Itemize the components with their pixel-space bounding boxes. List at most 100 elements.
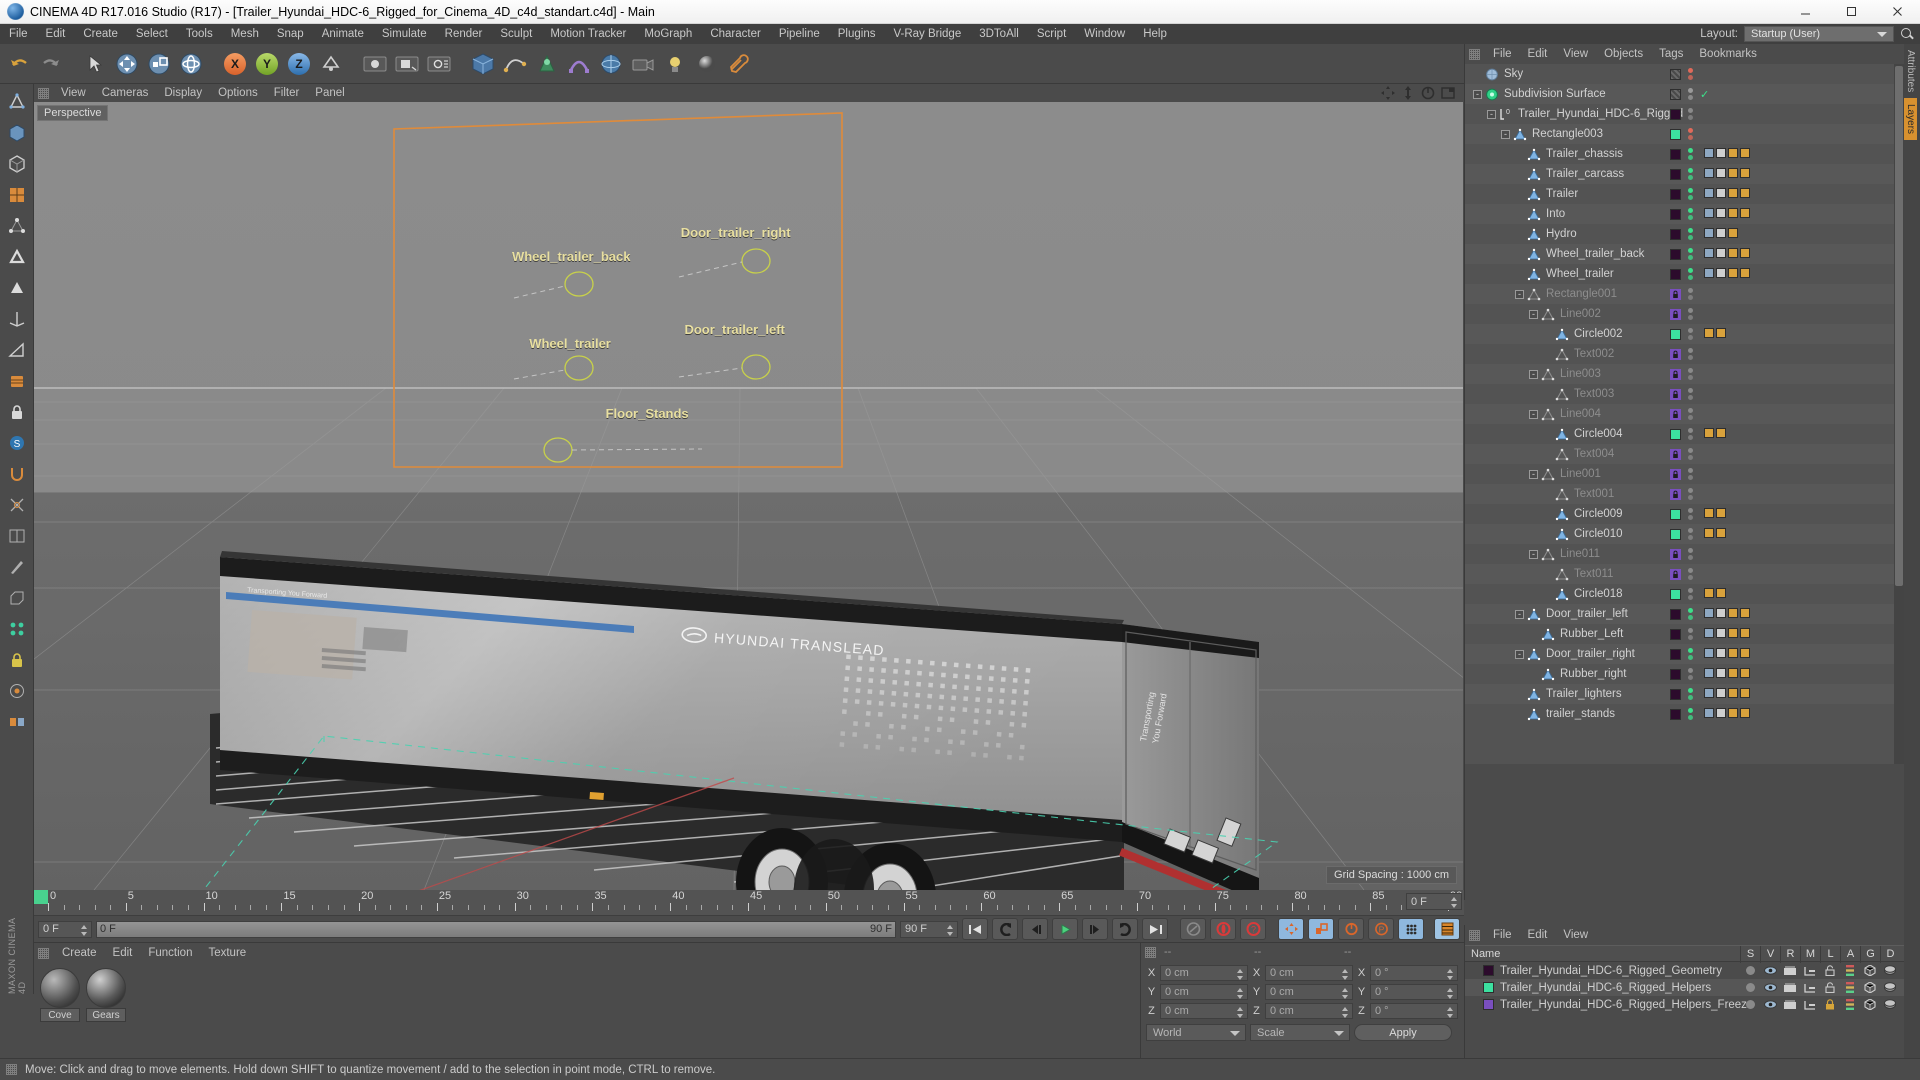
apply-button[interactable]: Apply [1354, 1024, 1452, 1041]
maximize-viewport-icon[interactable] [1441, 86, 1455, 100]
object-name-label[interactable]: Door_trailer_right [1546, 648, 1635, 660]
spline-pen-button[interactable] [500, 49, 530, 79]
visibility-dot-editor[interactable] [1688, 668, 1693, 673]
layer-color-swatch[interactable] [1670, 188, 1681, 200]
panel-grip-icon[interactable] [1145, 946, 1156, 958]
layer-visible-toggle[interactable] [1760, 996, 1780, 1013]
object-tag-icon[interactable] [1716, 187, 1726, 198]
point-mode-button[interactable] [3, 212, 31, 240]
object-name-label[interactable]: Into [1546, 208, 1565, 220]
visibility-dot-render[interactable] [1688, 595, 1693, 600]
key-parameter-button[interactable]: P [1368, 918, 1394, 940]
tree-expander-icon[interactable]: - [1515, 649, 1524, 659]
layer-render-toggle[interactable] [1780, 996, 1800, 1013]
current-frame-field[interactable]: 0 F [38, 920, 92, 938]
object-row[interactable]: - Subdivision Surface ✓ [1465, 84, 1905, 104]
object-name-label[interactable]: Line003 [1560, 368, 1601, 380]
object-tag-icon[interactable] [1740, 167, 1750, 178]
layer-color-swatch[interactable] [1670, 608, 1681, 620]
object-tag-icon[interactable] [1716, 327, 1726, 338]
edge-mode-button[interactable] [3, 243, 31, 271]
rotate-viewport-icon[interactable] [1421, 86, 1435, 100]
object-tree[interactable]: Sky - Subdivision Surface ✓ -0 Trailer_Hyunda… [1465, 64, 1905, 764]
viewport-menu-display[interactable]: Display [156, 87, 210, 99]
timeline-range-end-field[interactable]: 0 F [1406, 893, 1462, 910]
object-name-label[interactable]: Text004 [1574, 448, 1614, 460]
layer-row[interactable]: Trailer_Hyundai_HDC-6_Rigged_Helpers [1465, 979, 1904, 996]
layer-column-v[interactable]: V [1760, 946, 1780, 963]
close-button[interactable] [1874, 0, 1920, 24]
model-mode-button[interactable] [3, 119, 31, 147]
visibility-dot-editor[interactable] [1688, 548, 1693, 553]
object-name-label[interactable]: Line002 [1560, 308, 1601, 320]
render-region-button[interactable] [392, 49, 422, 79]
layer-column-m[interactable]: M [1800, 946, 1820, 963]
layer-color-swatch[interactable] [1670, 248, 1681, 260]
visibility-dot-render[interactable] [1688, 655, 1693, 660]
viewport-3d-canvas[interactable]: Perspective Grid Spacing : 1000 cm Trans… [34, 102, 1463, 890]
object-row[interactable]: Text011 [1465, 564, 1905, 584]
menu-item-v-ray-bridge[interactable]: V-Ray Bridge [884, 24, 970, 44]
object-name-label[interactable]: Circle002 [1574, 328, 1623, 340]
visibility-dot-editor[interactable] [1688, 328, 1693, 333]
mograph-button[interactable] [3, 615, 31, 643]
visibility-dot-render[interactable] [1688, 575, 1693, 580]
tree-expander-icon[interactable]: - [1487, 109, 1496, 119]
undo-button[interactable] [4, 49, 34, 79]
lock-selection-button[interactable] [3, 646, 31, 674]
layer-render-toggle[interactable] [1780, 962, 1800, 979]
object-row[interactable]: Rubber_Left [1465, 624, 1905, 644]
object-tag-icon[interactable] [1704, 427, 1714, 438]
search-icon[interactable] [1900, 27, 1914, 41]
sculpt-mode-button[interactable]: S [3, 429, 31, 457]
visibility-dot-editor[interactable] [1688, 508, 1693, 513]
object-row[interactable]: Text004 [1465, 444, 1905, 464]
tree-expander-icon[interactable]: - [1515, 609, 1524, 619]
layer-column-s[interactable]: S [1740, 946, 1760, 963]
layer-color-swatch[interactable] [1670, 528, 1681, 540]
record-button[interactable] [1210, 918, 1236, 940]
render-settings-button[interactable] [424, 49, 454, 79]
visibility-dot-editor[interactable] [1688, 608, 1693, 613]
material-manager-menu-texture[interactable]: Texture [200, 947, 254, 959]
visibility-dot-render[interactable] [1688, 635, 1693, 640]
menu-item-pipeline[interactable]: Pipeline [770, 24, 829, 44]
material-name-label[interactable]: Gears [86, 1008, 126, 1022]
material-preview-sphere[interactable] [86, 968, 126, 1008]
keyframe-help-button[interactable]: ? [1240, 918, 1266, 940]
coordinate-position-x-input[interactable]: 0 cm [1160, 964, 1248, 981]
object-manager-menu-objects[interactable]: Objects [1596, 48, 1651, 60]
texture-mode-button[interactable] [3, 181, 31, 209]
visibility-dot-editor[interactable] [1688, 388, 1693, 393]
knife-button[interactable] [3, 553, 31, 581]
layer-column-a[interactable]: A [1840, 946, 1860, 963]
spinner-icon[interactable] [1342, 968, 1349, 980]
layer-color-swatch[interactable] [1670, 128, 1681, 140]
layer-manager-menu-file[interactable]: File [1485, 929, 1520, 941]
material-list[interactable]: Cove Gears [34, 963, 1140, 1057]
spinner-icon[interactable] [1447, 987, 1454, 999]
object-name-label[interactable]: Trailer [1546, 188, 1578, 200]
layer-color-swatch[interactable] [1670, 648, 1681, 660]
object-name-label[interactable]: Trailer_carcass [1546, 168, 1624, 180]
layer-visible-toggle[interactable] [1760, 979, 1780, 996]
object-row[interactable]: Into [1465, 204, 1905, 224]
coordinate-mode-dropdown[interactable]: Scale [1250, 1024, 1350, 1041]
object-tag-icon[interactable] [1716, 267, 1726, 278]
visibility-dot-render[interactable] [1688, 435, 1693, 440]
go-to-end-button[interactable] [1142, 918, 1168, 940]
object-tag-icon[interactable] [1704, 527, 1714, 538]
menu-item-simulate[interactable]: Simulate [373, 24, 436, 44]
layer-solo-toggle[interactable] [1740, 962, 1760, 979]
object-name-label[interactable]: Subdivision Surface [1504, 88, 1606, 100]
spinner-icon[interactable] [947, 924, 954, 936]
object-row[interactable]: - Line003 [1465, 364, 1905, 384]
layer-animation-toggle[interactable] [1840, 962, 1860, 979]
minimize-button[interactable] [1782, 0, 1828, 24]
rotate-tool-button[interactable] [176, 49, 206, 79]
material-name-label[interactable]: Cove [40, 1008, 80, 1022]
play-button[interactable] [1052, 918, 1078, 940]
visibility-dot-editor[interactable] [1688, 268, 1693, 273]
tree-expander-icon[interactable]: - [1529, 549, 1538, 559]
visibility-dot-editor[interactable] [1688, 208, 1693, 213]
